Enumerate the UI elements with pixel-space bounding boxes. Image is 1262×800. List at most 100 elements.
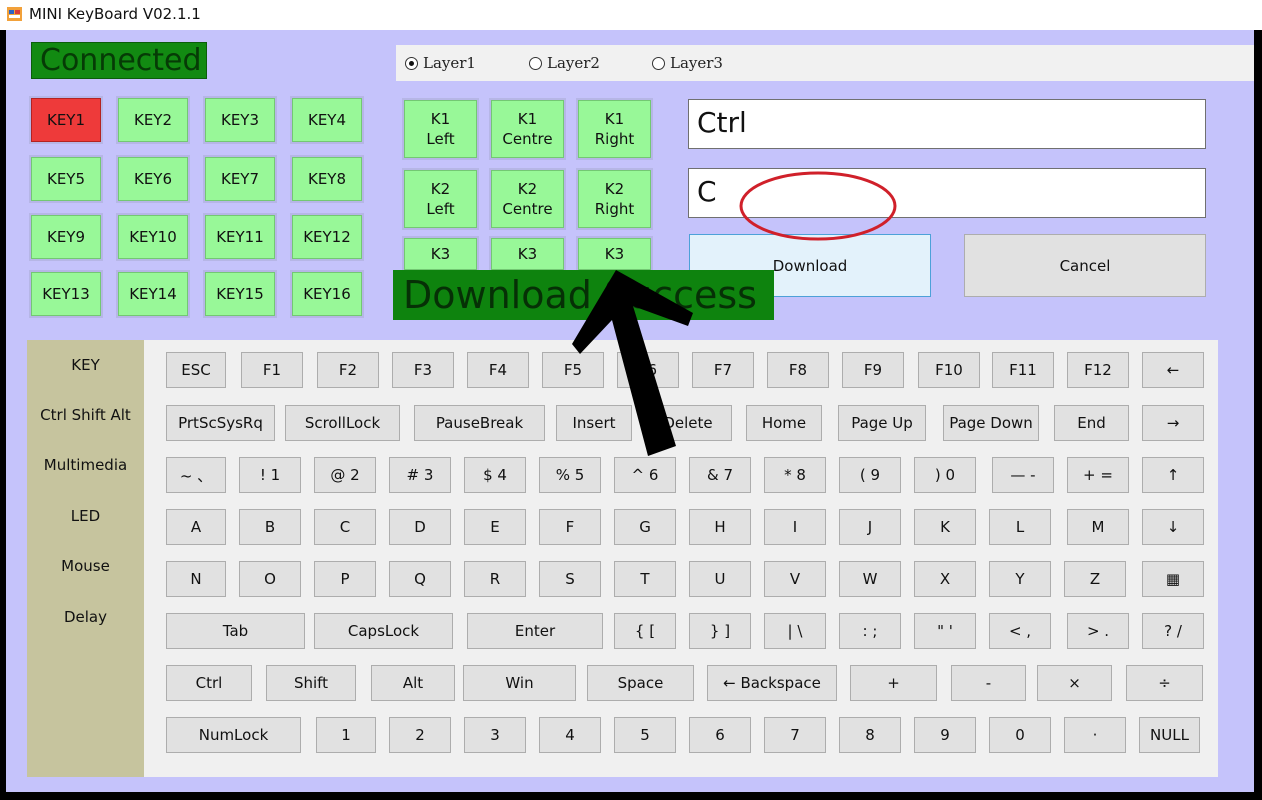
keyboard-key[interactable]: Space (587, 665, 694, 701)
keyboard-key[interactable]: S (539, 561, 601, 597)
knob-k3-centre[interactable]: K3 (491, 238, 564, 270)
keyboard-key[interactable]: · (1064, 717, 1126, 753)
keyboard-key[interactable]: F6 (617, 352, 679, 388)
keyboard-key[interactable]: % 5 (539, 457, 601, 493)
keyboard-key[interactable]: Z (1064, 561, 1126, 597)
keyboard-key[interactable]: F1 (241, 352, 303, 388)
macro-key-7[interactable]: KEY7 (205, 157, 275, 201)
knob-k1-left[interactable]: K1 Left (404, 100, 477, 158)
cancel-button[interactable]: Cancel (964, 234, 1206, 297)
keyboard-key[interactable]: K (914, 509, 976, 545)
knob-k2-left[interactable]: K2 Left (404, 170, 477, 228)
category-ctrl-shift-alt[interactable]: Ctrl Shift Alt (27, 406, 144, 424)
keyboard-key[interactable]: ↑ (1142, 457, 1204, 493)
keyboard-key[interactable]: Insert (556, 405, 632, 441)
macro-key-4[interactable]: KEY4 (292, 98, 362, 142)
knob-k1-right[interactable]: K1 Right (578, 100, 651, 158)
keyboard-key[interactable]: PrtScSysRq (166, 405, 275, 441)
keyboard-key[interactable]: ~ 、 (166, 457, 226, 493)
keyboard-key[interactable]: T (614, 561, 676, 597)
keyboard-key[interactable]: → (1142, 405, 1204, 441)
keyboard-key[interactable]: Enter (467, 613, 603, 649)
keyboard-key[interactable]: G (614, 509, 676, 545)
keyboard-key[interactable]: H (689, 509, 751, 545)
macro-key-2[interactable]: KEY2 (118, 98, 188, 142)
keyboard-key[interactable]: F9 (842, 352, 904, 388)
keyboard-key[interactable]: B (239, 509, 301, 545)
keyboard-key[interactable]: 2 (389, 717, 451, 753)
keyboard-key[interactable]: 8 (839, 717, 901, 753)
keyboard-key[interactable]: } ] (689, 613, 751, 649)
keyboard-key[interactable]: Win (463, 665, 576, 701)
category-multimedia[interactable]: Multimedia (27, 456, 144, 474)
keyboard-key[interactable]: # 3 (389, 457, 451, 493)
keyboard-key[interactable]: R (464, 561, 526, 597)
keyboard-key[interactable]: N (166, 561, 226, 597)
keyboard-key[interactable]: ÷ (1126, 665, 1203, 701)
keyboard-key[interactable]: U (689, 561, 751, 597)
keyboard-key[interactable]: Y (989, 561, 1051, 597)
keyboard-key[interactable]: { [ (614, 613, 676, 649)
keyboard-key[interactable]: 5 (614, 717, 676, 753)
keyboard-key[interactable]: P (314, 561, 376, 597)
keyboard-key[interactable]: F5 (542, 352, 604, 388)
keyboard-key[interactable]: CapsLock (314, 613, 453, 649)
keyboard-key[interactable]: F8 (767, 352, 829, 388)
keyboard-key[interactable]: Shift (266, 665, 356, 701)
keyboard-key[interactable]: Alt (371, 665, 455, 701)
category-delay[interactable]: Delay (27, 608, 144, 626)
modifier-field[interactable]: Ctrl (688, 99, 1206, 149)
knob-k1-centre[interactable]: K1 Centre (491, 100, 564, 158)
macro-key-13[interactable]: KEY13 (31, 272, 101, 316)
keyboard-key[interactable]: Q (389, 561, 451, 597)
keyboard-key[interactable]: Tab (166, 613, 305, 649)
keyboard-key[interactable]: * 8 (764, 457, 826, 493)
keyboard-key[interactable]: ) 0 (914, 457, 976, 493)
keyboard-key[interactable]: > . (1067, 613, 1129, 649)
keyboard-key[interactable]: ScrollLock (285, 405, 400, 441)
keyboard-key[interactable]: 0 (989, 717, 1051, 753)
layer-radio-2[interactable]: Layer2 (529, 45, 600, 81)
keyboard-key[interactable]: - (951, 665, 1026, 701)
knob-k2-right[interactable]: K2 Right (578, 170, 651, 228)
keyboard-key[interactable]: C (314, 509, 376, 545)
keyboard-key[interactable]: 1 (316, 717, 376, 753)
macro-key-8[interactable]: KEY8 (292, 157, 362, 201)
keyboard-key[interactable]: ^ 6 (614, 457, 676, 493)
keyboard-key[interactable]: | \ (764, 613, 826, 649)
keyboard-key[interactable]: F7 (692, 352, 754, 388)
macro-key-10[interactable]: KEY10 (118, 215, 188, 259)
layer-radio-3[interactable]: Layer3 (652, 45, 723, 81)
keyboard-key[interactable]: × (1037, 665, 1112, 701)
macro-key-12[interactable]: KEY12 (292, 215, 362, 259)
keyboard-key[interactable]: ! 1 (239, 457, 301, 493)
keyboard-key[interactable]: ▦ (1142, 561, 1204, 597)
macro-key-5[interactable]: KEY5 (31, 157, 101, 201)
category-mouse[interactable]: Mouse (27, 557, 144, 575)
keyboard-key[interactable]: A (166, 509, 226, 545)
macro-key-1[interactable]: KEY1 (31, 98, 101, 142)
keyboard-key[interactable]: ← (1142, 352, 1204, 388)
keyboard-key[interactable]: ( 9 (839, 457, 901, 493)
keyboard-key[interactable]: Ctrl (166, 665, 252, 701)
keyboard-key[interactable]: F10 (918, 352, 980, 388)
keyboard-key[interactable]: Home (746, 405, 822, 441)
knob-k3-left[interactable]: K3 (404, 238, 477, 270)
macro-key-15[interactable]: KEY15 (205, 272, 275, 316)
keyboard-key[interactable]: & 7 (689, 457, 751, 493)
keyboard-key[interactable]: ESC (166, 352, 226, 388)
macro-key-16[interactable]: KEY16 (292, 272, 362, 316)
keyboard-key[interactable]: V (764, 561, 826, 597)
keyboard-key[interactable]: 7 (764, 717, 826, 753)
keyboard-key[interactable]: O (239, 561, 301, 597)
keyboard-key[interactable]: $ 4 (464, 457, 526, 493)
keyboard-key[interactable]: J (839, 509, 901, 545)
keyboard-key[interactable]: + = (1067, 457, 1129, 493)
keyboard-key[interactable]: F11 (992, 352, 1054, 388)
keyboard-key[interactable]: ? / (1142, 613, 1204, 649)
keyboard-key[interactable]: — - (992, 457, 1054, 493)
keyboard-key[interactable]: M (1067, 509, 1129, 545)
keyboard-key[interactable]: End (1054, 405, 1129, 441)
layer-radio-1[interactable]: Layer1 (405, 45, 476, 81)
keyboard-key[interactable]: ← Backspace (707, 665, 837, 701)
